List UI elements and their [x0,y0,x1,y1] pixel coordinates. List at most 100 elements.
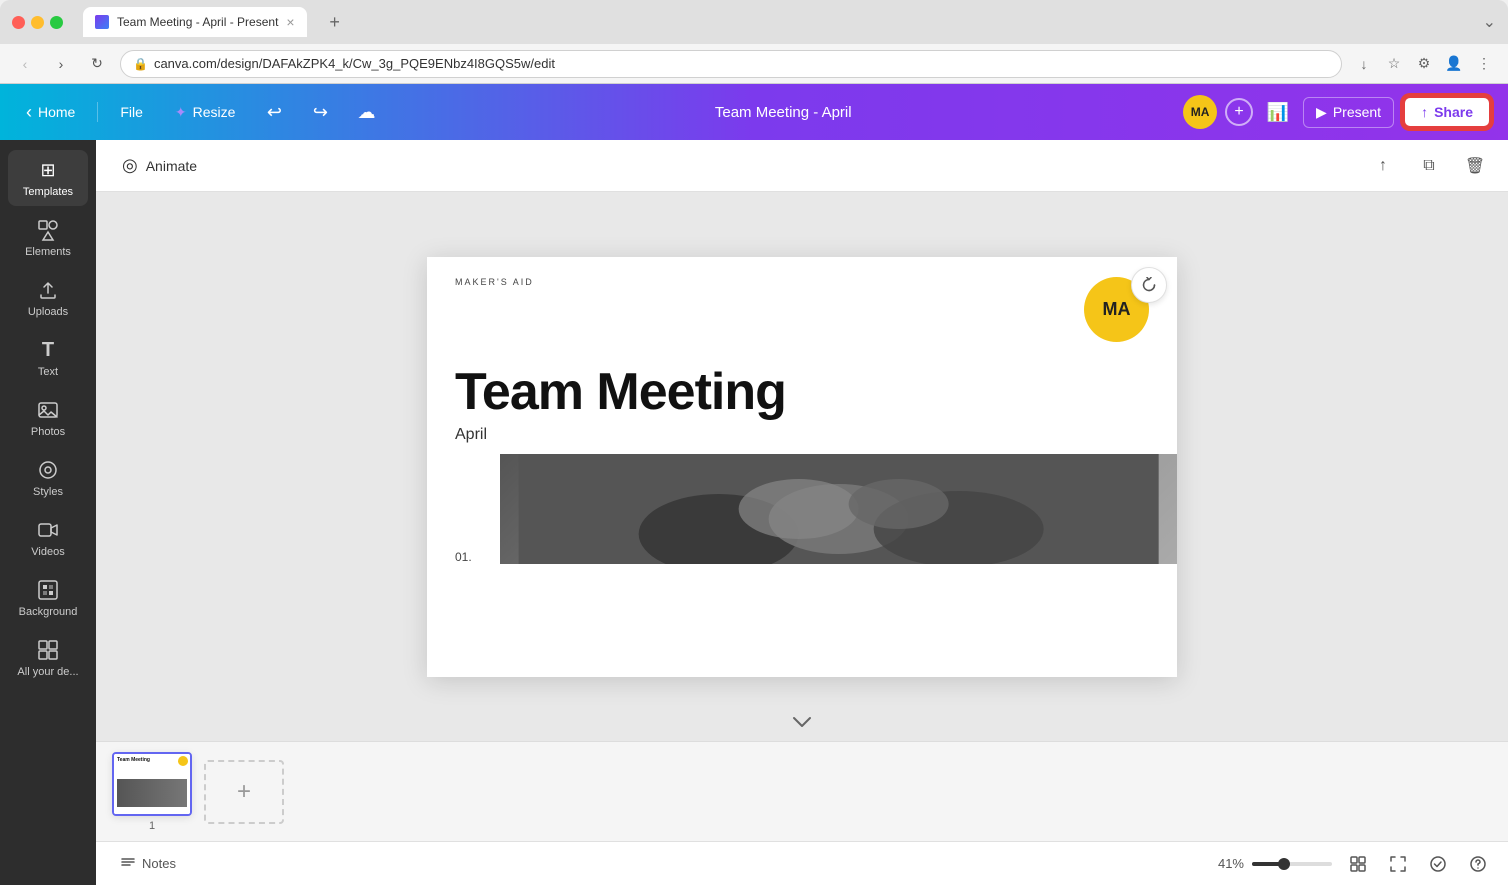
photos-label: Photos [31,426,65,438]
download-icon[interactable]: ↓ [1352,52,1376,76]
help-button[interactable] [1464,850,1492,878]
resize-button[interactable]: ✦ Resize [165,98,246,127]
minimize-traffic-light[interactable] [31,16,44,29]
slide-thumbnail-1[interactable]: Team Meeting [112,752,192,816]
chevron-down-icon [792,716,812,728]
address-bar[interactable]: 🔒 canva.com/design/DAFAkZPK4_k/Cw_3g_PQE… [120,50,1342,78]
share-slide-button[interactable]: ↑ [1366,149,1400,183]
share-upload-icon: ↑ [1421,104,1428,120]
browser-chrome: Team Meeting - April - Present × + ⌄ ‹ ›… [0,0,1508,84]
cloud-icon: ☁ [357,102,375,123]
file-label: File [120,104,143,120]
new-tab-button[interactable]: + [321,8,349,36]
check-button[interactable] [1424,850,1452,878]
thumb-image-strip [117,779,187,807]
animate-button[interactable]: ◎ Animate [112,149,207,182]
animate-circle-icon: ◎ [122,155,138,176]
sidebar: ⊞ Templates Elements Uploads [0,140,96,885]
home-button[interactable]: ‹ Home [16,96,85,129]
thumb-title-text: Team Meeting [117,757,187,763]
present-play-icon: ▶ [1316,104,1327,121]
file-button[interactable]: File [110,98,153,126]
resize-label: Resize [193,104,236,120]
bookmark-icon[interactable]: ☆ [1382,52,1406,76]
canvas-area: ◎ Animate ↑ ⧉ 🗑 [96,140,1508,885]
grid-view-button[interactable] [1344,850,1372,878]
present-label: Present [1333,104,1381,120]
notes-button[interactable]: Notes [112,852,184,876]
user-avatar[interactable]: MA [1183,95,1217,129]
sidebar-item-elements[interactable]: Elements [8,210,88,266]
share-icon: ↑ [1379,157,1387,175]
app-header: ‹ Home File ✦ Resize ↩ ↪ ☁ Team Meeting … [0,84,1508,140]
notes-label: Notes [142,856,176,871]
canvas-toolbar: ◎ Animate ↑ ⧉ 🗑 [96,140,1508,192]
tab-close-button[interactable]: × [286,14,294,30]
browser-tab[interactable]: Team Meeting - April - Present × [83,7,307,37]
elements-label: Elements [25,246,71,258]
thumbnail-content: Team Meeting [114,754,190,814]
slide-thumbnail-wrapper: Team Meeting 1 [112,752,192,832]
zoom-slider[interactable] [1252,862,1332,866]
uploads-label: Uploads [28,306,68,318]
zoom-thumb[interactable] [1278,858,1290,870]
addressbar-actions: ↓ ☆ ⚙ 👤 ⋮ [1352,52,1496,76]
header-divider [97,102,98,122]
share-button[interactable]: ↑ Share [1402,95,1492,129]
duplicate-icon: ⧉ [1423,157,1434,175]
text-icon: T [36,338,60,362]
slide-header: MAKER'S AID MA [427,257,1177,342]
sidebar-item-background[interactable]: Background [8,570,88,626]
resize-star-icon: ✦ [175,104,187,121]
fullscreen-icon [1390,856,1406,872]
sidebar-item-styles[interactable]: Styles [8,450,88,506]
tab-title: Team Meeting - April - Present [117,15,278,29]
close-traffic-light[interactable] [12,16,25,29]
sidebar-item-photos[interactable]: Photos [8,390,88,446]
present-button[interactable]: ▶ Present [1303,97,1394,128]
maximize-traffic-light[interactable] [50,16,63,29]
undo-button[interactable]: ↩ [257,95,291,129]
sidebar-item-uploads[interactable]: Uploads [8,270,88,326]
refresh-slide-button[interactable] [1131,267,1167,303]
maker-label: MAKER'S AID [455,277,534,287]
refresh-button[interactable]: ↻ [84,51,110,77]
profile-icon[interactable]: 👤 [1442,52,1466,76]
sidebar-item-all-designs[interactable]: All your de... [8,630,88,686]
help-icon [1470,856,1486,872]
delete-slide-button[interactable]: 🗑 [1458,149,1492,183]
sidebar-item-videos[interactable]: Videos [8,510,88,566]
bottom-bar: Notes 41% [96,841,1508,885]
chevron-left-icon: ‹ [26,102,32,123]
sidebar-item-templates[interactable]: ⊞ Templates [8,150,88,206]
styles-icon [36,458,60,482]
back-button[interactable]: ‹ [12,51,38,77]
videos-icon [36,518,60,542]
share-label: Share [1434,104,1473,120]
redo-button[interactable]: ↪ [303,95,337,129]
grid-icon [1350,856,1366,872]
cloud-save-button[interactable]: ☁ [349,95,383,129]
add-collaborator-button[interactable]: + [1225,98,1253,126]
zoom-control: 41% [1218,856,1332,871]
fullscreen-button[interactable] [1384,850,1412,878]
add-slide-button[interactable]: + [204,760,284,824]
canvas-main[interactable]: MAKER'S AID MA Team Meeting April 01. [96,192,1508,741]
document-title: Team Meeting - April [395,104,1171,121]
analytics-button[interactable]: 📊 [1261,95,1295,129]
slide-canvas[interactable]: MAKER'S AID MA Team Meeting April 01. [427,257,1177,677]
app-body: ⊞ Templates Elements Uploads [0,140,1508,885]
collapse-panel-button[interactable] [792,715,812,731]
zoom-percent: 41% [1218,856,1244,871]
extensions-icon[interactable]: ⚙ [1412,52,1436,76]
slide-title: Team Meeting [427,342,1177,426]
redo-icon: ↪ [313,102,328,123]
animate-label: Animate [146,158,197,174]
chart-icon: 📊 [1267,102,1289,123]
forward-button[interactable]: › [48,51,74,77]
sidebar-item-text[interactable]: T Text [8,330,88,386]
menu-icon[interactable]: ⋮ [1472,52,1496,76]
hands-graphic [500,454,1177,564]
duplicate-slide-button[interactable]: ⧉ [1412,149,1446,183]
browser-collapse-button[interactable]: ⌄ [1483,12,1496,32]
